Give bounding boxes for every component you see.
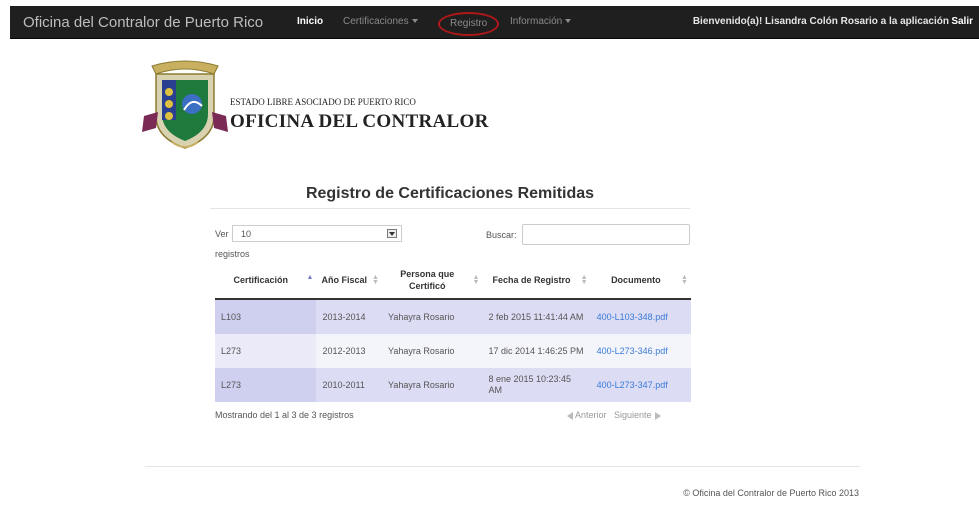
document-link[interactable]: 400-L273-347.pdf <box>597 380 668 390</box>
chevron-down-icon[interactable] <box>387 229 397 238</box>
column-header-documento[interactable]: Documento ▲ ▼ <box>590 262 691 300</box>
sort-icon: ▲ ▼ <box>580 274 588 286</box>
column-header-label: Persona que Certificó <box>400 269 455 291</box>
title-divider <box>210 208 690 209</box>
page-title: Registro de Certificaciones Remitidas <box>305 185 595 202</box>
search-input[interactable] <box>522 224 690 245</box>
table-row: L273 2010-2011 Yahayra Rosario 8 ene 201… <box>215 368 691 402</box>
column-header-label: Certificación <box>233 275 288 285</box>
column-header-label: Fecha de Registro <box>492 275 571 285</box>
table-row: L103 2013-2014 Yahayra Rosario 2 feb 201… <box>215 299 691 334</box>
certifications-table: Certificación ▲ Año Fiscal ▲ ▼ Persona que … <box>215 262 691 402</box>
page-size-select[interactable]: 10 <box>232 225 402 242</box>
nav-certificaciones[interactable]: Certificaciones <box>343 6 418 38</box>
cell-ano-fiscal: 2010-2011 <box>316 368 382 402</box>
table-header-row: Certificación ▲ Año Fiscal ▲ ▼ Persona que … <box>215 262 691 300</box>
seal-logo <box>142 60 228 149</box>
sort-icon: ▲ ▼ <box>472 274 480 286</box>
sort-icon: ▲ ▼ <box>371 274 379 286</box>
nav-inicio[interactable]: Inicio <box>297 6 323 38</box>
column-header-fecha[interactable]: Fecha de Registro ▲ ▼ <box>482 262 591 300</box>
sort-icon: ▲ ▼ <box>681 274 688 286</box>
column-header-ano-fiscal[interactable]: Año Fiscal ▲ ▼ <box>316 262 382 300</box>
cell-fecha: 8 ene 2015 10:23:45 AM <box>482 368 591 402</box>
chevron-down-icon <box>411 19 418 24</box>
previous-button[interactable]: Anterior <box>567 410 607 420</box>
footer-divider <box>145 466 860 467</box>
arrow-left-icon <box>567 411 573 420</box>
cell-fecha: 2 feb 2015 11:41:44 AM <box>482 299 591 334</box>
pagination: Anterior Siguiente <box>567 410 661 420</box>
cell-documento: 400-L273-346.pdf <box>590 334 691 368</box>
cell-documento: 400-L273-347.pdf <box>590 368 691 402</box>
next-button[interactable]: Siguiente <box>614 410 661 420</box>
cell-fecha: 17 dic 2014 1:46:25 PM <box>482 334 591 368</box>
next-label: Siguiente <box>614 410 652 420</box>
table-info: Mostrando del 1 al 3 de 3 registros <box>215 410 354 420</box>
sort-asc-icon: ▲ <box>306 274 314 281</box>
footer-copyright: © Oficina del Contralor de Puerto Rico 2… <box>683 488 859 498</box>
cell-ano-fiscal: 2012-2013 <box>316 334 382 368</box>
cell-persona: Yahayra Rosario <box>381 334 483 368</box>
nav-certificaciones-label: Certificaciones <box>343 16 409 27</box>
column-header-certificacion[interactable]: Certificación ▲ <box>215 262 317 300</box>
cell-ano-fiscal: 2013-2014 <box>316 299 382 334</box>
navbar-brand[interactable]: Oficina del Contralor de Puerto Rico <box>23 14 263 31</box>
arrow-right-icon <box>654 411 661 420</box>
table-row: L273 2012-2013 Yahayra Rosario 17 dic 20… <box>215 334 691 368</box>
chevron-down-icon <box>565 19 572 24</box>
welcome-message: Bienvenido(a)! Lisandra Colón Rosario a … <box>692 16 949 27</box>
show-label: Ver <box>215 229 229 239</box>
search-label: Buscar: <box>486 230 517 240</box>
nav-registro[interactable]: Registro <box>438 12 500 36</box>
column-header-persona[interactable]: Persona que Certificó ▲ ▼ <box>381 262 483 300</box>
logout-link[interactable]: Salir <box>951 6 973 38</box>
page-size-value: 10 <box>241 229 252 239</box>
document-link[interactable]: 400-L273-346.pdf <box>597 346 668 356</box>
header-title: OFICINA DEL CONTRALOR <box>230 111 489 132</box>
nav-informacion-label: Información <box>510 16 563 27</box>
column-header-label: Documento <box>611 275 661 285</box>
nav-informacion[interactable]: Información <box>510 6 572 38</box>
cell-certificacion: L273 <box>215 368 317 402</box>
top-navbar: Oficina del Contralor de Puerto Rico Ini… <box>10 6 979 39</box>
cell-certificacion: L103 <box>215 299 317 334</box>
records-label: registros <box>215 249 250 259</box>
cell-persona: Yahayra Rosario <box>381 299 483 334</box>
cell-documento: 400-L103-348.pdf <box>590 299 691 334</box>
column-header-label: Año Fiscal <box>321 275 367 285</box>
document-link[interactable]: 400-L103-348.pdf <box>597 312 668 322</box>
previous-label: Anterior <box>575 410 607 420</box>
header-subtitle: ESTADO LIBRE ASOCIADO DE PUERTO RICO <box>230 97 416 107</box>
cell-persona: Yahayra Rosario <box>381 368 483 402</box>
cell-certificacion: L273 <box>215 334 317 368</box>
